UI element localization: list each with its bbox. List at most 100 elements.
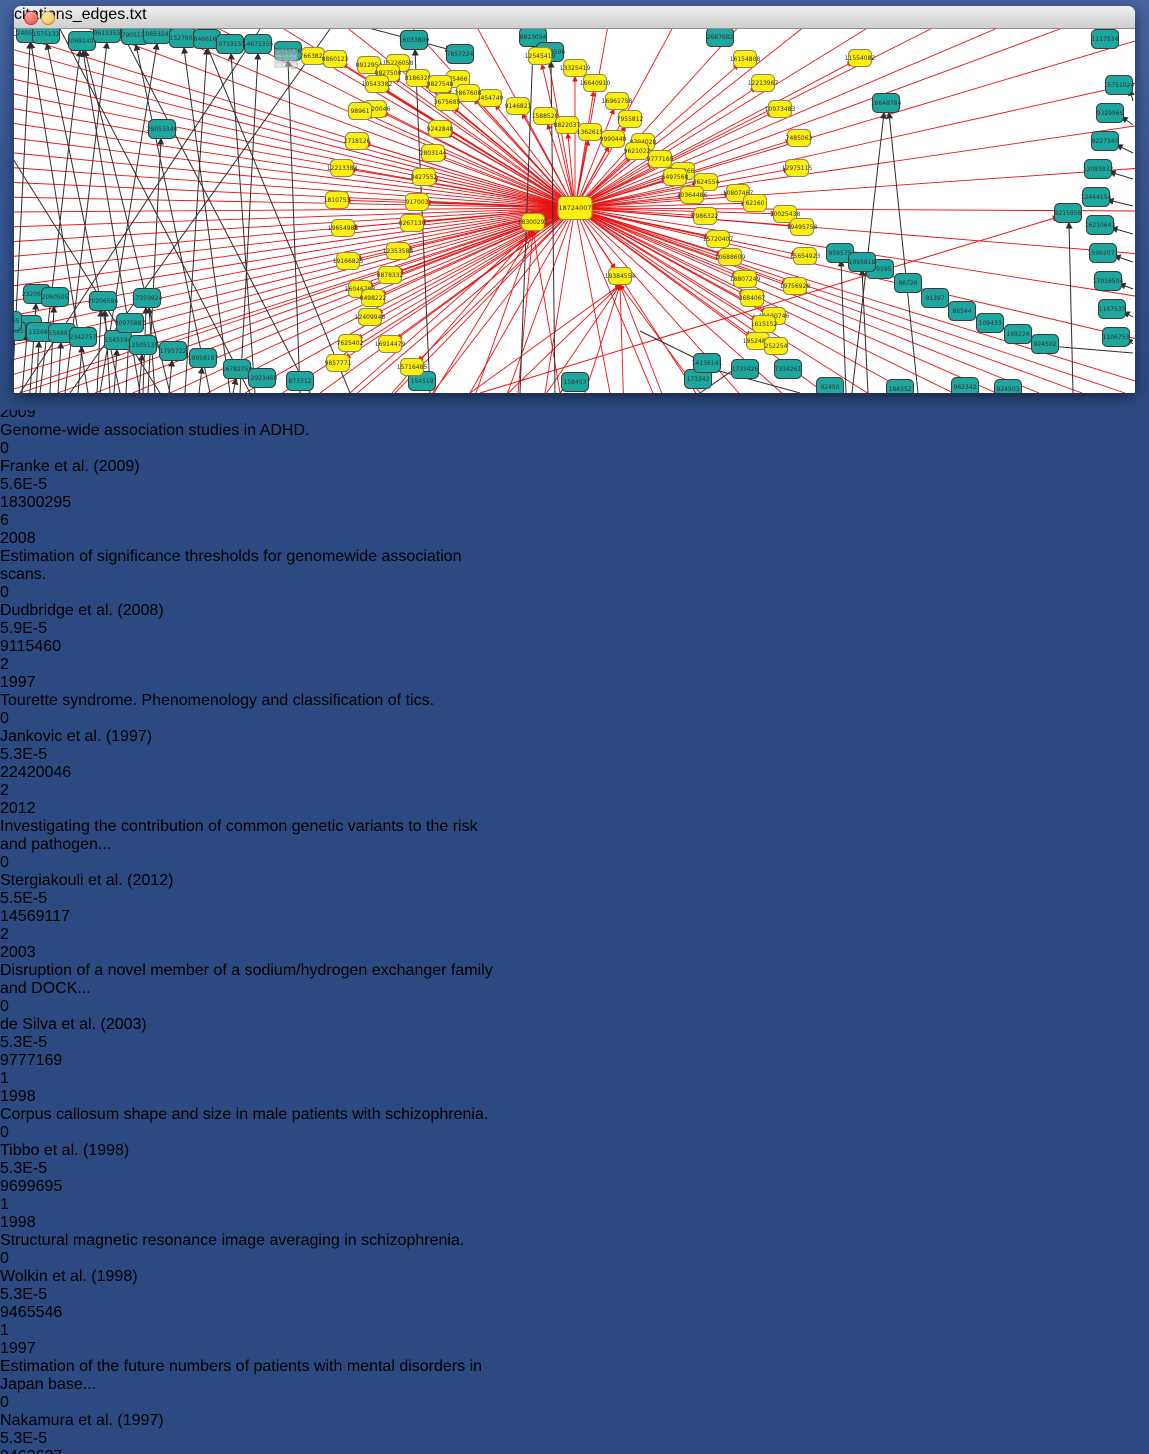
graph-edge[interactable] [14,138,575,208]
table-cell[interactable]: 0 [0,710,78,728]
graph-node[interactable]: 3675685 [434,94,461,111]
table-cell[interactable]: Tibbo et al. (1998) [0,1142,178,1160]
graph-node[interactable]: 12213967 [748,75,779,92]
graph-node[interactable]: 16961758 [602,93,633,110]
graph-node[interactable]: 16648784 [871,94,902,113]
table-cell[interactable]: 1 [0,1322,99,1340]
graph-node[interactable]: 2060505 [42,288,69,307]
graph-node[interactable]: 1995818 [849,253,876,272]
table-cell[interactable]: 1998 [0,1214,67,1232]
table-cell[interactable]: Investigating the contribution of common… [0,818,497,854]
graph-node[interactable]: 7986322 [692,208,719,225]
minimize-window-button[interactable] [41,11,55,25]
table-row[interactable]: 1830029562008Estimation of significance … [0,494,1149,638]
graph-node[interactable]: 12213383 [327,160,358,177]
graph-edge[interactable] [862,270,868,393]
table-cell[interactable]: Nakamura et al. (1997) [0,1412,178,1430]
graph-node[interactable]: 91397 [922,289,949,308]
table-cell[interactable]: 2 [0,656,99,674]
graph-edge[interactable] [575,169,1135,209]
table-cell[interactable]: 5.3E-5 [0,1286,67,1304]
table-cell[interactable]: Genome-wide association studies in ADHD. [0,422,497,440]
graph-node[interactable]: 12505135 [128,336,159,355]
graph-edge[interactable] [1049,346,1133,353]
graph-node[interactable]: 9777169 [647,151,674,168]
table-cell[interactable]: 1997 [0,1340,67,1358]
graph-edge[interactable] [1108,200,1133,206]
graph-node[interactable]: 98961 [349,103,372,120]
graph-node[interactable]: 86544 [949,302,976,321]
graph-node[interactable]: 18300295 [518,214,549,231]
graph-edge[interactable] [368,115,575,208]
graph-node[interactable]: 7334261 [775,360,802,379]
graph-node[interactable]: 8498222 [360,290,387,307]
graph-node[interactable]: 19495758 [787,219,818,236]
graph-node[interactable]: 9146821 [505,98,532,115]
table-cell[interactable]: 9115460 [0,638,90,656]
graph-node[interactable]: 12409948 [355,309,386,326]
table-cell[interactable]: 5.3E-5 [0,1430,67,1448]
graph-node[interactable]: 924503 [995,380,1022,394]
table-cell[interactable]: 2012 [0,800,67,818]
graph-node[interactable]: 18807249 [730,271,761,288]
graph-node[interactable]: 2687682 [707,29,734,47]
table-cell[interactable]: 22420046 [0,764,90,782]
graph-edge[interactable] [575,208,1125,393]
graph-node[interactable]: 17359924 [132,289,163,308]
table-cell[interactable]: 9699695 [0,1178,90,1196]
graph-node[interactable]: 10973483 [765,101,796,118]
table-cell[interactable]: de Silva et al. (2003) [0,1016,178,1034]
graph-edge[interactable] [14,153,575,208]
table-row[interactable]: 911546021997Tourette syndrome. Phenomeno… [0,638,1149,764]
graph-node[interactable]: 14671355 [243,35,274,54]
graph-node[interactable]: 9827548 [427,76,454,93]
graph-node[interactable]: 184352 [887,380,914,394]
graph-edge[interactable] [889,113,918,393]
table-cell[interactable]: 2008 [0,530,67,548]
network-canvas-container[interactable]: 2405572157513320691406961135579051361065… [14,29,1135,398]
network-canvas[interactable]: 2405572157513320691406961135579051361065… [14,29,1135,393]
graph-edge[interactable] [14,50,575,208]
graph-node[interactable]: 15716485 [397,359,428,376]
graph-node[interactable]: 9990448 [600,131,627,148]
graph-node[interactable]: 8267130 [399,215,426,232]
table-cell[interactable]: Structural magnetic resonance image aver… [0,1232,497,1250]
table-cell[interactable]: 9463627 [0,1448,90,1454]
graph-node[interactable]: 15720407 [703,231,734,248]
graph-edge[interactable] [575,208,610,393]
graph-node[interactable]: 1117534 [1092,30,1119,49]
graph-edge[interactable] [14,197,575,208]
graph-node[interactable]: 8860123 [322,51,349,68]
graph-edge[interactable] [575,208,1135,339]
table-row[interactable]: 2242004622012Investigating the contribut… [0,764,1149,908]
table-row[interactable]: 969969511998Structural magnetic resonanc… [0,1178,1149,1304]
graph-edge[interactable] [1117,145,1133,153]
graph-edge[interactable] [199,368,202,393]
table-cell[interactable]: 2 [0,782,99,800]
graph-node[interactable]: 19756928 [780,278,811,295]
graph-node[interactable]: 18724007 [558,197,592,220]
table-cell[interactable]: Corpus callosum shape and size in male p… [0,1106,497,1124]
table-cell[interactable]: Estimation of the future numbers of pati… [0,1358,497,1394]
table-cell[interactable]: Stergiakouli et al. (2012) [0,872,178,890]
graph-node[interactable]: 10543382 [362,76,393,93]
graph-node[interactable]: 20364486 [677,187,708,204]
graph-node[interactable]: 8878332 [377,267,404,284]
graph-node[interactable]: 2803144 [420,145,447,162]
table-cell[interactable]: 9465546 [0,1304,90,1322]
graph-node[interactable]: 7485063 [786,130,813,147]
table-cell[interactable]: 1 [0,1196,99,1214]
graph-node[interactable]: 16210643 [1085,216,1116,235]
graph-node[interactable]: 8427552 [411,169,438,186]
table-cell[interactable]: 6 [0,512,99,530]
graph-node[interactable]: 873312 [287,372,314,391]
graph-node[interactable]: 109433 [977,314,1004,333]
graph-node[interactable]: 1615152 [751,316,778,333]
table-cell[interactable]: 2 [0,926,99,944]
graph-node[interactable]: 62160 [744,195,767,212]
graph-node[interactable]: 12545419 [525,48,556,65]
table-cell[interactable]: 5.3E-5 [0,746,67,764]
graph-node[interactable]: 10653247 [142,29,173,44]
graph-node[interactable]: 12975115 [782,160,813,177]
graph-edge[interactable] [575,84,1135,209]
